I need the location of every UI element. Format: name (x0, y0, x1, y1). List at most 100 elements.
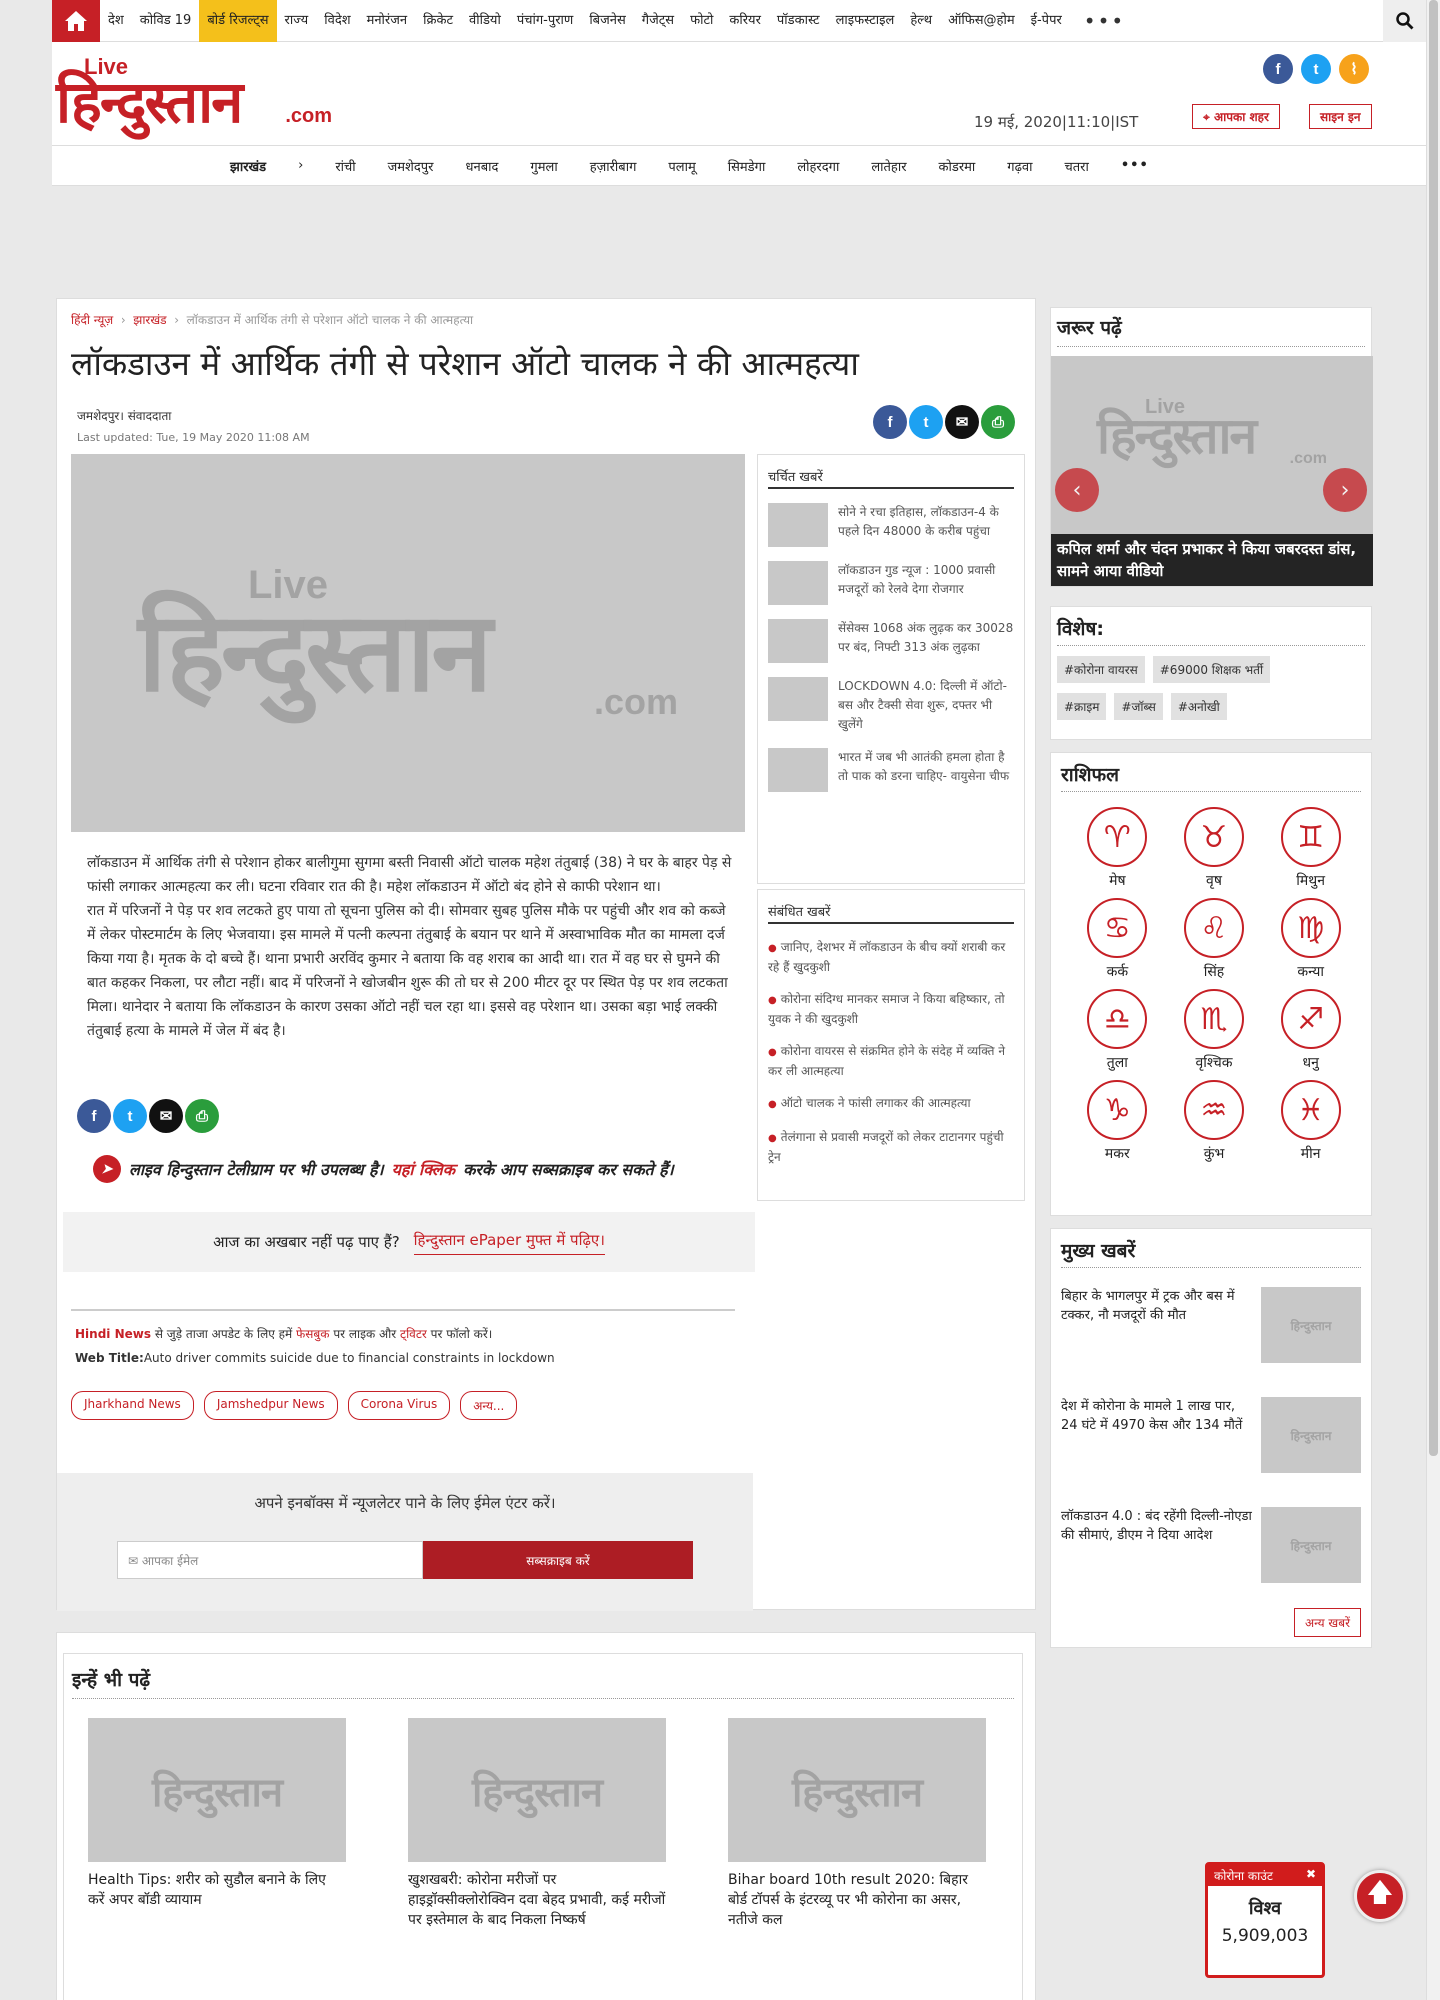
home-button[interactable] (52, 0, 100, 42)
epaper-link[interactable]: हिन्दुस्तान ePaper मुफ्त में पढ़िए। (413, 1230, 605, 1255)
zodiac-icon[interactable]: ♋ (1087, 898, 1148, 958)
zodiac-name[interactable]: कुंभ (1204, 1144, 1225, 1163)
slider-prev-icon[interactable]: ‹ (1055, 468, 1099, 512)
city-nav-item[interactable]: गढ़वा (991, 157, 1048, 175)
related-item[interactable]: ऑटो चालक ने फांसी लगाकर की आत्महत्या (758, 1094, 1024, 1114)
top-news-thumbnail[interactable]: हिन्दुस्तान (1261, 1287, 1361, 1363)
share-email-icon[interactable]: ✉ (149, 1099, 183, 1133)
trending-headline[interactable]: भारत में जब भी आतंकी हमला होता है तो पाक… (838, 748, 1014, 792)
trending-item[interactable]: लॉकडाउन गुड न्यूज : 1000 प्रवासी मजदूरों… (758, 561, 1024, 605)
twitter-icon[interactable]: t (1301, 54, 1331, 84)
top-nav-item[interactable]: कोविड 19 (132, 0, 200, 42)
related-item[interactable]: तेलंगाना से प्रवासी मजदूरों को लेकर टाटा… (758, 1128, 1024, 1166)
close-icon[interactable]: ✖ (1306, 1867, 1316, 1884)
more-menu-icon[interactable]: ••• (1070, 9, 1139, 33)
breadcrumb-home[interactable]: हिंदी न्यूज़ (71, 313, 113, 327)
zodiac-icon[interactable]: ♒ (1183, 1080, 1244, 1140)
trending-headline[interactable]: सोने ने रचा इतिहास, लॉकडाउन-4 के पहले दि… (838, 503, 1014, 547)
also-read-thumbnail[interactable]: हिन्दुस्तान (88, 1718, 346, 1862)
trending-thumbnail[interactable] (768, 748, 828, 792)
tag-jharkhand[interactable]: Jharkhand News (71, 1391, 194, 1420)
city-nav-item[interactable]: हज़ारीबाग (574, 157, 653, 175)
zodiac-sign[interactable]: ♈ मेष (1069, 807, 1166, 890)
tag-jamshedpur[interactable]: Jamshedpur News (203, 1391, 338, 1420)
topic-tag[interactable]: #अनोखी (1170, 693, 1227, 720)
zodiac-name[interactable]: कर्क (1107, 962, 1129, 981)
zodiac-name[interactable]: मिथुन (1296, 871, 1325, 890)
must-read-slide[interactable]: Live हिन्दुस्तान .com कपिल शर्मा और चंदन… (1051, 356, 1373, 586)
zodiac-sign[interactable]: ♏ वृश्चिक (1166, 989, 1263, 1072)
also-read-card[interactable]: हिन्दुस्तान Health Tips: शरीर को सुडौल ब… (88, 1718, 346, 1910)
breadcrumb-state[interactable]: झारखंड (133, 313, 166, 327)
zodiac-sign[interactable]: ♎ तुला (1069, 989, 1166, 1072)
zodiac-icon[interactable]: ♑ (1087, 1080, 1148, 1140)
top-nav-item[interactable]: विदेश (316, 0, 358, 42)
facebook-icon[interactable]: f (1263, 54, 1293, 84)
zodiac-icon[interactable]: ♊ (1280, 807, 1341, 867)
also-read-card[interactable]: हिन्दुस्तान खुशखबरी: कोरोना मरीजों पर हा… (408, 1718, 666, 1930)
top-nav-item[interactable]: ई-पेपर (1023, 0, 1070, 42)
share-twitter-icon[interactable]: t (909, 405, 943, 439)
city-nav-item[interactable]: पलामू (652, 157, 711, 175)
trending-thumbnail[interactable] (768, 503, 828, 547)
top-nav-item[interactable]: पॉडकास्ट (769, 0, 828, 42)
zodiac-icon[interactable]: ♐ (1280, 989, 1341, 1049)
top-news-thumbnail[interactable]: हिन्दुस्तान (1261, 1397, 1361, 1473)
zodiac-name[interactable]: तुला (1107, 1053, 1128, 1072)
share-print-icon[interactable]: ⎙ (185, 1099, 219, 1133)
also-read-thumbnail[interactable]: हिन्दुस्तान (728, 1718, 986, 1862)
top-news-item[interactable]: देश में कोरोना के मामले 1 लाख पार, 24 घं… (1061, 1397, 1361, 1473)
zodiac-sign[interactable]: ♒ कुंभ (1166, 1080, 1263, 1163)
share-facebook-icon[interactable]: f (873, 405, 907, 439)
top-news-thumbnail[interactable]: हिन्दुस्तान (1261, 1507, 1361, 1583)
top-news-headline[interactable]: लॉकडाउन 4.0 : बंद रहेंगी दिल्ली-नोएडा की… (1061, 1507, 1253, 1583)
scroll-to-top-button[interactable]: 🡅 (1354, 1870, 1406, 1922)
zodiac-name[interactable]: वृश्चिक (1195, 1053, 1232, 1072)
zodiac-icon[interactable]: ♉ (1183, 807, 1244, 867)
top-nav-item[interactable]: करियर (721, 0, 769, 42)
twitter-link[interactable]: ट्विटर (400, 1327, 427, 1341)
state-label[interactable]: झारखंड (214, 157, 282, 175)
telegram-link[interactable]: यहां क्लिक (392, 1158, 456, 1180)
zodiac-name[interactable]: मेष (1109, 871, 1125, 890)
city-nav-item[interactable]: रांची (319, 157, 371, 175)
also-read-headline[interactable]: Health Tips: शरीर को सुडौल बनाने के लिए … (88, 1870, 346, 1910)
top-nav-item[interactable]: हेल्थ (902, 0, 940, 42)
zodiac-icon[interactable]: ♍ (1280, 898, 1341, 958)
must-read-caption[interactable]: कपिल शर्मा और चंदन प्रभाकर ने किया जबरदस… (1051, 534, 1373, 586)
zodiac-icon[interactable]: ♈ (1087, 807, 1148, 867)
share-facebook-icon[interactable]: f (77, 1099, 111, 1133)
top-news-item[interactable]: बिहार के भागलपुर में ट्रक और बस में टक्क… (1061, 1287, 1361, 1363)
zodiac-name[interactable]: मीन (1301, 1144, 1321, 1163)
also-read-headline[interactable]: खुशखबरी: कोरोना मरीजों पर हाइड्रॉक्सीक्ल… (408, 1870, 666, 1930)
zodiac-name[interactable]: वृष (1206, 871, 1222, 890)
topic-tag[interactable]: #क्राइम (1057, 693, 1107, 720)
scrollbar-thumb[interactable] (1429, 0, 1438, 1456)
zodiac-sign[interactable]: ♓ मीन (1262, 1080, 1359, 1163)
topic-tag[interactable]: #कोरोना वायरस (1057, 656, 1145, 683)
site-logo[interactable]: Live हिन्दुस्तान .com (56, 54, 332, 136)
city-nav-item[interactable]: सिमडेगा (712, 157, 782, 175)
trending-item[interactable]: सोने ने रचा इतिहास, लॉकडाउन-4 के पहले दि… (758, 503, 1024, 547)
facebook-link[interactable]: फेसबुक (296, 1327, 329, 1341)
zodiac-name[interactable]: धनु (1302, 1053, 1318, 1072)
search-button[interactable] (1383, 0, 1427, 42)
share-print-icon[interactable]: ⎙ (981, 405, 1015, 439)
zodiac-name[interactable]: कन्या (1297, 962, 1324, 981)
trending-headline[interactable]: LOCKDOWN 4.0: दिल्ली में ऑटो-बस और टैक्स… (838, 677, 1014, 734)
top-nav-item[interactable]: राज्य (277, 0, 317, 42)
trending-item[interactable]: भारत में जब भी आतंकी हमला होता है तो पाक… (758, 748, 1024, 792)
zodiac-sign[interactable]: ♋ कर्क (1069, 898, 1166, 981)
top-nav-item[interactable]: वीडियो (461, 0, 509, 42)
topic-tag[interactable]: #69000 शिक्षक भर्ती (1152, 656, 1271, 683)
top-news-headline[interactable]: देश में कोरोना के मामले 1 लाख पार, 24 घं… (1061, 1397, 1253, 1473)
top-nav-item[interactable]: क्रिकेट (415, 0, 461, 42)
city-nav-item[interactable]: धनबाद (450, 157, 515, 175)
city-nav-item[interactable]: लातेहार (855, 157, 922, 175)
also-read-card[interactable]: हिन्दुस्तान Bihar board 10th result 2020… (728, 1718, 986, 1930)
share-email-icon[interactable]: ✉ (945, 405, 979, 439)
city-nav-item[interactable]: गुमला (514, 157, 573, 175)
email-field[interactable]: ✉ आपका ईमेल (117, 1541, 423, 1579)
top-nav-item[interactable]: ऑफिस@होम (940, 0, 1023, 42)
zodiac-icon[interactable]: ♏ (1183, 989, 1244, 1049)
